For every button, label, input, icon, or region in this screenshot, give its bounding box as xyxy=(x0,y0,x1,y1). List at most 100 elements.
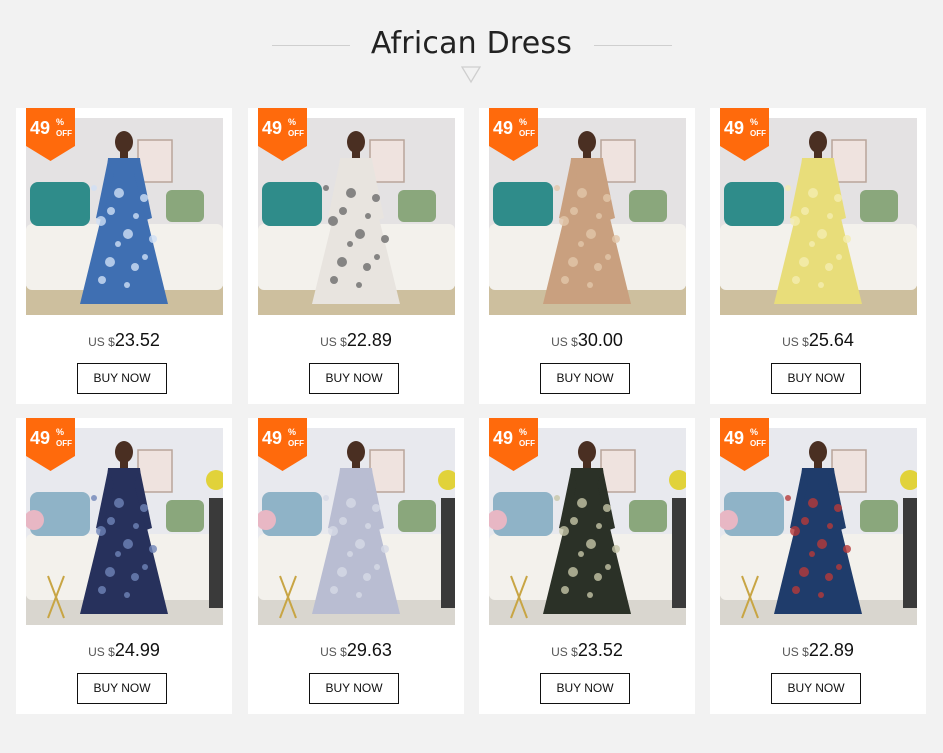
discount-badge: 49 % OFF xyxy=(720,418,769,471)
product-card[interactable]: 49 % OFF US $25.64 BUY NOW xyxy=(710,108,926,404)
dress-pattern xyxy=(131,263,139,271)
dress-pattern xyxy=(596,213,602,219)
model-neck xyxy=(352,151,360,159)
dress-pattern xyxy=(346,188,356,198)
dress-pattern xyxy=(323,495,329,501)
dress-pattern xyxy=(355,539,365,549)
shelf xyxy=(441,498,455,608)
buy-now-button[interactable]: BUY NOW xyxy=(309,363,399,394)
discount-off-label: OFF xyxy=(56,439,72,448)
dress-pattern xyxy=(809,241,815,247)
product-card[interactable]: 49 % OFF US $29.63 BUY NOW xyxy=(248,418,464,714)
dress-pattern xyxy=(578,551,584,557)
section-title: African Dress xyxy=(370,26,573,61)
discount-badge: 49 % OFF xyxy=(26,108,75,161)
dress-pattern xyxy=(337,567,347,577)
cushion xyxy=(860,500,898,532)
price-value: 23.52 xyxy=(114,330,160,350)
cushion xyxy=(398,190,436,222)
dress-pattern xyxy=(843,235,851,243)
dress-pattern xyxy=(801,517,809,525)
discount-percent-sign: % xyxy=(288,117,297,127)
discount-percent-sign: % xyxy=(519,427,528,437)
dress-pattern xyxy=(834,194,842,202)
dress-pattern xyxy=(115,241,121,247)
discount-percent-sign: % xyxy=(56,117,65,127)
discount-value: 49 xyxy=(493,428,514,448)
model-head xyxy=(115,131,133,153)
buy-now-button[interactable]: BUY NOW xyxy=(77,363,167,394)
price-value: 25.64 xyxy=(808,330,854,350)
dress-pattern xyxy=(799,257,809,267)
dress-pattern xyxy=(356,592,362,598)
model-head xyxy=(809,131,827,153)
buy-now-button[interactable]: BUY NOW xyxy=(771,673,861,704)
product-card[interactable]: 49 % OFF US $22.89 BUY NOW xyxy=(710,418,926,714)
dress-pattern xyxy=(114,498,124,508)
dress-pattern xyxy=(554,495,560,501)
shelf xyxy=(209,498,223,608)
cushion xyxy=(166,500,204,532)
dress-pattern xyxy=(587,282,593,288)
dress-pattern xyxy=(836,254,842,260)
dress-pattern xyxy=(792,586,800,594)
product-card[interactable]: 49 % OFF US $23.52 BUY NOW xyxy=(479,418,695,714)
dress-pattern xyxy=(115,551,121,557)
cushion xyxy=(493,182,553,226)
buy-now-button[interactable]: BUY NOW xyxy=(309,673,399,704)
dress-pattern xyxy=(808,498,818,508)
cushion xyxy=(860,190,898,222)
dress-pattern xyxy=(790,216,800,226)
model-head xyxy=(347,131,365,153)
product-card[interactable]: 49 % OFF US $24.99 BUY NOW xyxy=(16,418,232,714)
dress-pattern xyxy=(836,564,842,570)
dress-pattern xyxy=(124,282,130,288)
dress-pattern xyxy=(605,254,611,260)
dress-pattern xyxy=(799,567,809,577)
dress-pattern xyxy=(363,263,371,271)
dress-pattern xyxy=(346,498,356,508)
discount-value: 49 xyxy=(262,118,283,138)
buy-now-button[interactable]: BUY NOW xyxy=(540,673,630,704)
shelf xyxy=(672,498,686,608)
dress-pattern xyxy=(801,207,809,215)
dress-pattern xyxy=(98,276,106,284)
dress-pattern xyxy=(330,276,338,284)
product-card[interactable]: 49 % OFF US $22.89 BUY NOW xyxy=(248,108,464,404)
price-value: 24.99 xyxy=(114,640,160,660)
cushion xyxy=(398,500,436,532)
product-card[interactable]: 49 % OFF US $30.00 BUY NOW xyxy=(479,108,695,404)
model-neck xyxy=(120,151,128,159)
title-divider-right xyxy=(594,45,672,46)
dress-pattern xyxy=(91,495,97,501)
dress-pattern xyxy=(578,241,584,247)
section-header: African Dress xyxy=(0,0,943,100)
dress-pattern xyxy=(330,586,338,594)
discount-value: 49 xyxy=(30,428,51,448)
dress-pattern xyxy=(356,282,362,288)
dress-pattern xyxy=(603,504,611,512)
buy-now-button[interactable]: BUY NOW xyxy=(77,673,167,704)
dress-pattern xyxy=(559,526,569,536)
dress-pattern xyxy=(817,229,827,239)
buy-now-button[interactable]: BUY NOW xyxy=(540,363,630,394)
dress-pattern xyxy=(808,188,818,198)
discount-off-label: OFF xyxy=(750,129,766,138)
buy-now-button[interactable]: BUY NOW xyxy=(771,363,861,394)
dress-pattern xyxy=(785,185,791,191)
dress-pattern xyxy=(91,185,97,191)
model-neck xyxy=(583,151,591,159)
dress-pattern xyxy=(825,263,833,271)
product-card[interactable]: 49 % OFF US $23.52 BUY NOW xyxy=(16,108,232,404)
dress-pattern xyxy=(149,235,157,243)
dress-pattern xyxy=(133,523,139,529)
dress-pattern xyxy=(792,276,800,284)
dress-pattern xyxy=(149,545,157,553)
discount-badge: 49 % OFF xyxy=(489,108,538,161)
discount-value: 49 xyxy=(262,428,283,448)
dress-pattern xyxy=(561,586,569,594)
dress-pattern xyxy=(827,523,833,529)
product-price: US $23.52 xyxy=(16,330,232,351)
model-neck xyxy=(352,461,360,469)
dress-pattern xyxy=(817,539,827,549)
